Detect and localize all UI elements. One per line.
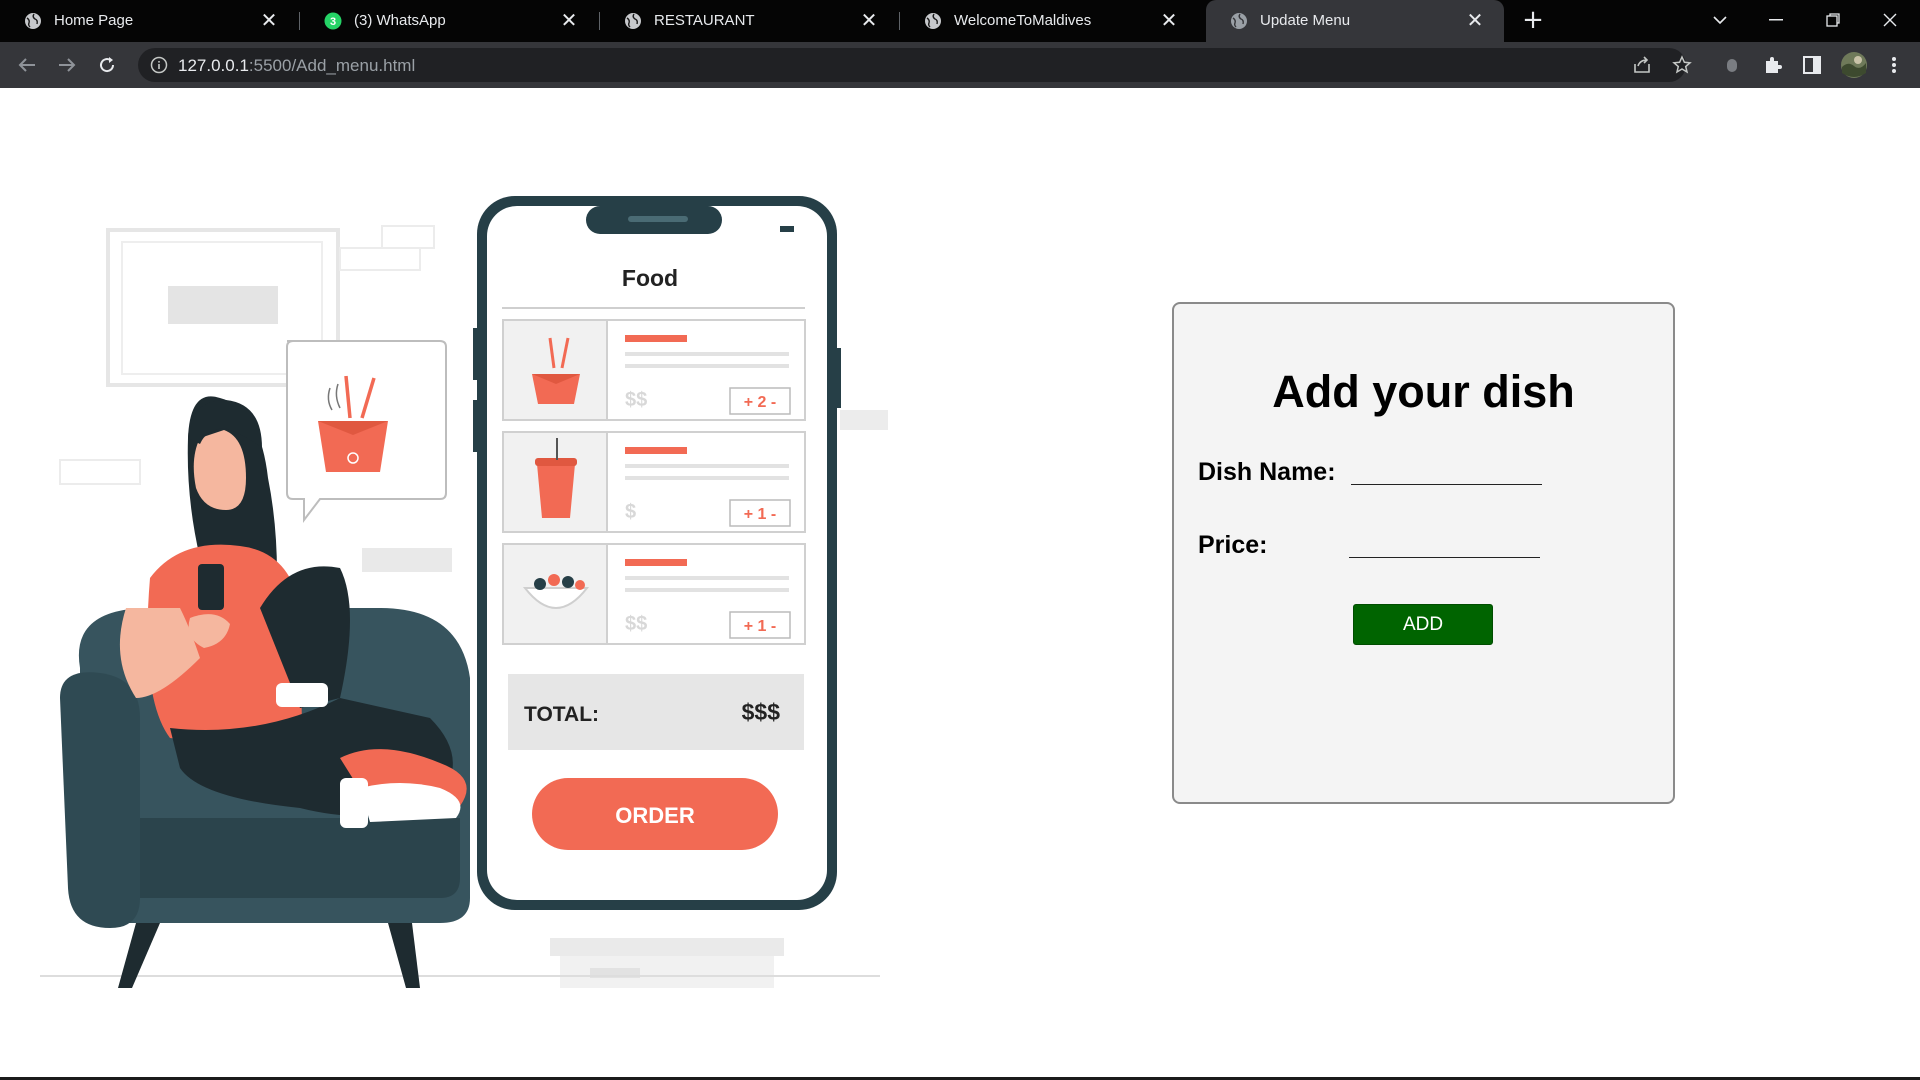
address-bar[interactable]: 127.0.0.1:5500/Add_menu.html bbox=[138, 48, 1692, 82]
site-info-icon[interactable] bbox=[150, 56, 168, 74]
url-text[interactable]: 127.0.0.1:5500/Add_menu.html bbox=[178, 56, 415, 76]
tab-strip: Home Page ✕ 3 (3) WhatsApp ✕ RESTAURANT … bbox=[0, 0, 1920, 42]
item-1-qty: + 2 - bbox=[744, 394, 776, 411]
globe-icon bbox=[925, 13, 941, 29]
tab-home-page[interactable]: Home Page ✕ bbox=[0, 0, 298, 42]
profile-avatar[interactable] bbox=[1840, 51, 1868, 79]
food-order-illustration: Food $$ + 2 - $ + 1 - $$ + 1 - TOTAL: $$… bbox=[40, 196, 888, 988]
globe-icon bbox=[1231, 13, 1247, 29]
item-2-qty: + 1 - bbox=[744, 506, 776, 523]
extension-icon[interactable] bbox=[1721, 54, 1743, 76]
svg-text:3: 3 bbox=[330, 16, 336, 28]
close-window-icon[interactable] bbox=[1870, 0, 1910, 40]
close-tab-icon[interactable]: ✕ bbox=[1464, 9, 1486, 32]
url-host: 127.0.0.1 bbox=[178, 56, 249, 75]
tab-title: (3) WhatsApp bbox=[354, 12, 446, 29]
menu-kebab-icon[interactable] bbox=[1883, 54, 1905, 76]
total-value: $$$ bbox=[742, 699, 781, 725]
item-1-price: $$ bbox=[625, 389, 647, 411]
dish-name-input[interactable] bbox=[1351, 455, 1542, 485]
tab-title: Home Page bbox=[54, 12, 134, 29]
tab-title: WelcomeToMaldives bbox=[954, 12, 1092, 29]
price-label: Price: bbox=[1198, 531, 1268, 559]
tab-title: Update Menu bbox=[1260, 12, 1351, 29]
browser-toolbar: 127.0.0.1:5500/Add_menu.html bbox=[0, 42, 1920, 88]
puzzle-extensions-icon[interactable] bbox=[1762, 54, 1784, 76]
tab-update-menu[interactable]: Update Menu ✕ bbox=[1206, 0, 1504, 42]
share-icon[interactable] bbox=[1631, 54, 1653, 76]
close-tab-icon[interactable]: ✕ bbox=[558, 9, 580, 32]
tab-search-chevron-icon[interactable] bbox=[1700, 0, 1740, 40]
tab-restaurant[interactable]: RESTAURANT ✕ bbox=[600, 0, 898, 42]
whatsapp-icon: 3 bbox=[324, 12, 342, 30]
food-app-title: Food bbox=[622, 265, 678, 291]
reload-icon[interactable] bbox=[93, 51, 121, 79]
order-label: ORDER bbox=[615, 803, 695, 828]
globe-icon bbox=[625, 13, 641, 29]
add-dish-form: Add your dish Dish Name: Price: ADD bbox=[1172, 302, 1675, 804]
total-label: TOTAL: bbox=[524, 703, 599, 726]
price-input[interactable] bbox=[1349, 528, 1540, 558]
tab-title: RESTAURANT bbox=[654, 12, 755, 29]
restore-icon[interactable] bbox=[1813, 0, 1853, 40]
close-tab-icon[interactable]: ✕ bbox=[858, 9, 880, 32]
side-panel-icon[interactable] bbox=[1801, 54, 1823, 76]
forward-arrow-icon[interactable] bbox=[53, 51, 81, 79]
close-tab-icon[interactable]: ✕ bbox=[1158, 9, 1180, 32]
page-content: Food $$ + 2 - $ + 1 - $$ + 1 - TOTAL: $$… bbox=[0, 88, 1920, 1078]
new-tab-button[interactable]: + bbox=[1520, 7, 1546, 34]
tab-welcome-to-maldives[interactable]: WelcomeToMaldives ✕ bbox=[900, 0, 1198, 42]
form-heading: Add your dish bbox=[1272, 366, 1575, 417]
tab-whatsapp[interactable]: 3 (3) WhatsApp ✕ bbox=[300, 0, 598, 42]
close-tab-icon[interactable]: ✕ bbox=[258, 9, 280, 32]
add-button[interactable]: ADD bbox=[1353, 604, 1493, 645]
back-arrow-icon[interactable] bbox=[13, 51, 41, 79]
dish-name-label: Dish Name: bbox=[1198, 458, 1336, 486]
bookmark-star-icon[interactable] bbox=[1671, 54, 1693, 76]
url-path: :5500/Add_menu.html bbox=[248, 56, 416, 75]
item-2-price: $ bbox=[625, 501, 636, 523]
globe-icon bbox=[25, 13, 41, 29]
minimize-icon[interactable] bbox=[1756, 0, 1796, 40]
item-3-price: $$ bbox=[625, 613, 647, 635]
item-3-qty: + 1 - bbox=[744, 618, 776, 635]
